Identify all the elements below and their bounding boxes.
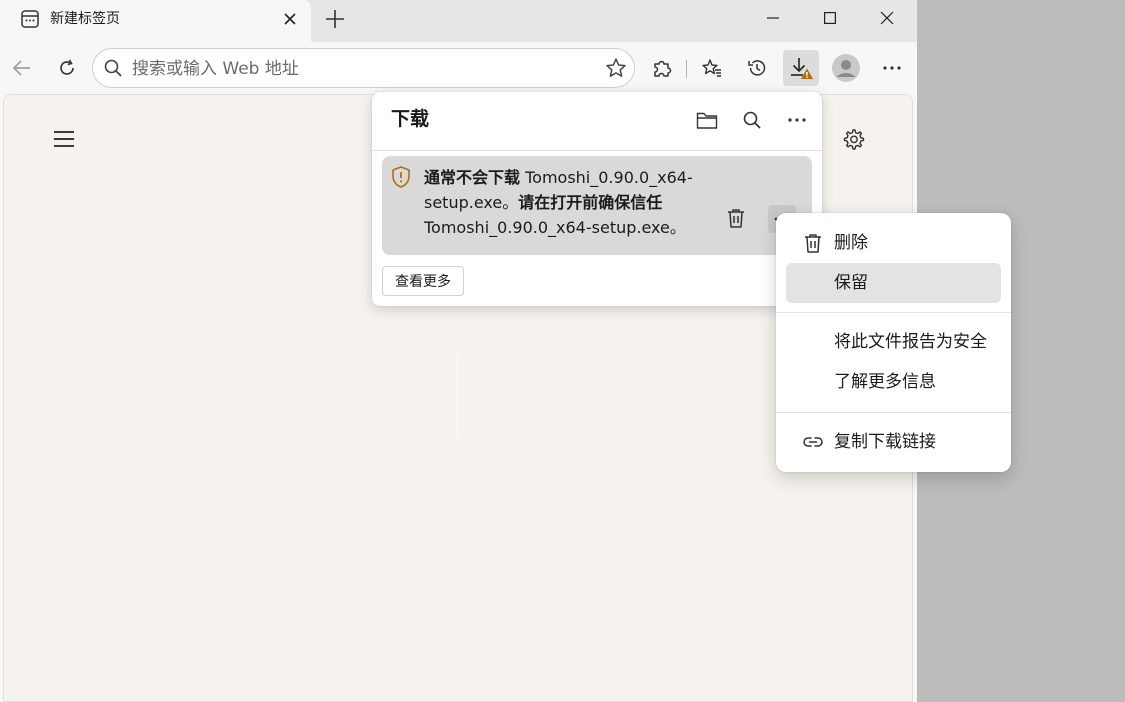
close-window-button[interactable] [858,0,916,36]
open-folder-icon[interactable] [695,108,719,132]
history-button[interactable] [739,50,775,86]
minimize-button[interactable] [744,0,802,36]
favorite-star-icon[interactable] [605,57,627,79]
download-warning-message: 通常不会下载 Tomoshi_0.90.0_x64-setup.exe。请在打开… [424,168,693,237]
maximize-button[interactable] [801,0,859,36]
menu-item-label: 保留 [834,273,868,293]
downloads-panel: 下载 通常不会下载 Tomoshi_0.90.0_x64-setup.exe。请… [372,92,822,306]
toolbar: 搜索或输入 Web 地址 ! [0,43,917,93]
download-context-menu: 删除 保留 将此文件报告为安全 了解更多信息 复制下载链接 [776,213,1011,472]
profile-avatar[interactable] [828,50,864,86]
downloads-more-icon[interactable] [785,108,809,132]
menu-separator [776,412,1011,413]
warning-shield-icon [390,165,412,189]
tab-title: 新建标签页 [50,11,120,27]
menu-item-delete[interactable]: 删除 [786,223,1001,263]
settings-gear-icon[interactable] [840,126,866,152]
download-warning-badge: ! [805,71,809,80]
menu-item-learn-more[interactable]: 了解更多信息 [786,362,1001,402]
search-icon [103,58,123,78]
close-tab-icon[interactable] [278,7,302,31]
toolbar-separator [686,60,687,78]
menu-item-keep[interactable]: 保留 [786,263,1001,303]
menu-item-label: 将此文件报告为安全 [834,332,987,352]
new-tab-button[interactable] [322,6,348,32]
address-bar[interactable]: 搜索或输入 Web 地址 [92,48,635,88]
search-downloads-icon[interactable] [740,108,764,132]
menu-item-label: 了解更多信息 [834,372,936,392]
download-item[interactable]: 通常不会下载 Tomoshi_0.90.0_x64-setup.exe。请在打开… [382,156,812,255]
back-button[interactable] [4,50,40,86]
extensions-button[interactable] [644,50,680,86]
see-more-button[interactable]: 查看更多 [382,266,464,296]
favorites-button[interactable] [694,50,730,86]
downloads-button[interactable]: ! [783,50,819,86]
downloads-divider [372,150,822,151]
menu-separator [776,312,1011,313]
divider-line [457,354,458,438]
more-menu-button[interactable] [874,50,910,86]
menu-item-label: 复制下载链接 [834,432,936,452]
new-tab-page-icon [20,9,40,29]
downloads-title: 下载 [391,108,430,130]
address-placeholder: 搜索或输入 Web 地址 [132,59,299,79]
link-icon [803,432,823,452]
delete-download-icon[interactable] [725,207,747,229]
refresh-button[interactable] [49,50,85,86]
trash-icon [803,233,823,253]
title-bar: 新建标签页 [0,0,917,43]
menu-item-report-safe[interactable]: 将此文件报告为安全 [786,322,1001,362]
menu-icon[interactable] [53,129,75,149]
menu-item-label: 删除 [834,233,868,253]
tab-new-tab[interactable]: 新建标签页 [0,0,311,43]
menu-item-copy-link[interactable]: 复制下载链接 [786,422,1001,462]
